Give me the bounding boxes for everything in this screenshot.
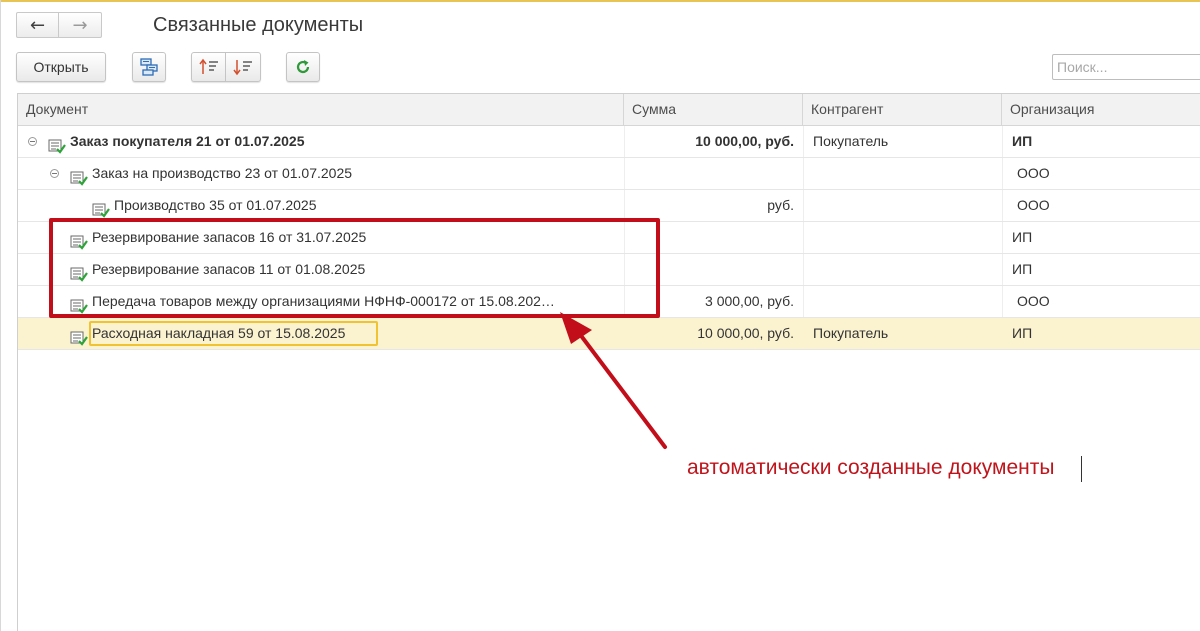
related-documents-window: ← → Связанные документы Открыть Поиск...… bbox=[0, 0, 1200, 631]
text-cursor bbox=[1081, 456, 1082, 482]
annotation-arrow-icon bbox=[560, 312, 667, 449]
annotation-label: автоматически созданные документы bbox=[687, 456, 1055, 479]
